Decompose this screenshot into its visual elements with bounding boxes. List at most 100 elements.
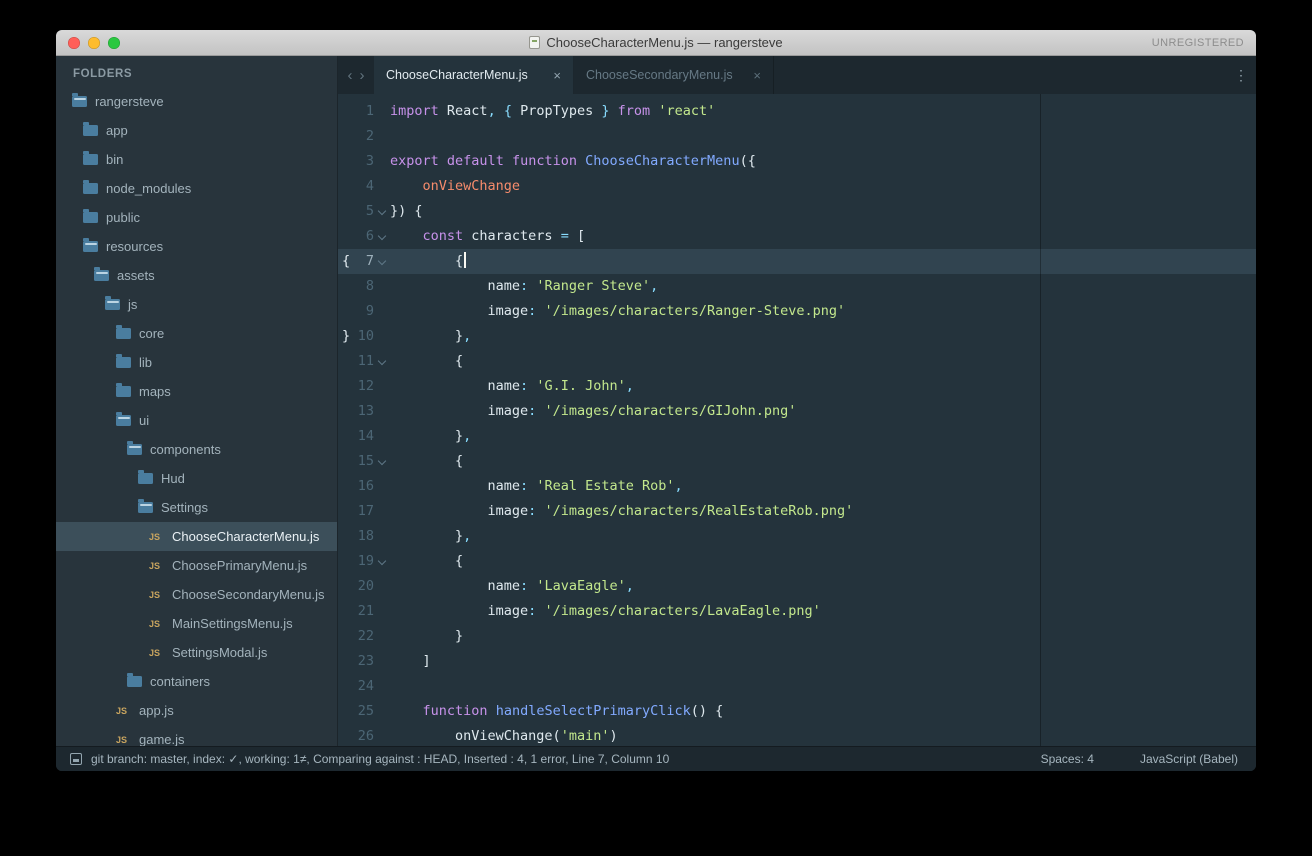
tree-folder-row[interactable]: rangersteve: [56, 87, 337, 116]
tree-file-row[interactable]: JSgame.js: [56, 725, 337, 746]
code-text: },: [390, 324, 1256, 349]
fold-chevron-icon[interactable]: [374, 249, 390, 274]
code-line[interactable]: {7 {: [338, 249, 1256, 274]
tree-folder-row[interactable]: resources: [56, 232, 337, 261]
code-text: name: 'Real Estate Rob',: [390, 474, 1256, 499]
nav-forward-icon[interactable]: ›: [360, 67, 365, 84]
syntax-indicator[interactable]: JavaScript (Babel): [1140, 752, 1238, 766]
tree-folder-row[interactable]: ui: [56, 406, 337, 435]
close-tab-icon[interactable]: ×: [553, 68, 561, 83]
editor-tab[interactable]: ChooseSecondaryMenu.js ×: [574, 56, 774, 94]
code-line[interactable]: 26 onViewChange('main'): [338, 724, 1256, 746]
gutter-brace-indicator: [338, 174, 350, 199]
code-editor[interactable]: 1import React, { PropTypes } from 'react…: [338, 94, 1256, 746]
folder-icon: [83, 154, 98, 165]
tree-item-label: app: [106, 123, 128, 138]
code-line[interactable]: 6 const characters = [: [338, 224, 1256, 249]
tree-file-row[interactable]: JSChooseCharacterMenu.js: [56, 522, 337, 551]
gutter-brace-indicator: [338, 374, 350, 399]
code-line[interactable]: 5}) {: [338, 199, 1256, 224]
code-line[interactable]: 11 {: [338, 349, 1256, 374]
code-line[interactable]: 12 name: 'G.I. John',: [338, 374, 1256, 399]
tree-file-row[interactable]: JSChoosePrimaryMenu.js: [56, 551, 337, 580]
code-line[interactable]: 2: [338, 124, 1256, 149]
tree-folder-row[interactable]: components: [56, 435, 337, 464]
tree-folder-row[interactable]: public: [56, 203, 337, 232]
close-tab-icon[interactable]: ×: [753, 68, 761, 83]
code-text: export default function ChooseCharacterM…: [390, 149, 1256, 174]
tree-folder-row[interactable]: app: [56, 116, 337, 145]
tree-item-label: MainSettingsMenu.js: [172, 616, 293, 631]
overflow-menu-icon[interactable]: ⋮: [1226, 56, 1256, 94]
code-line[interactable]: 22 }: [338, 624, 1256, 649]
tree-folder-row[interactable]: containers: [56, 667, 337, 696]
code-text: import React, { PropTypes } from 'react': [390, 99, 1256, 124]
gutter-brace-indicator: [338, 124, 350, 149]
tree-file-row[interactable]: JSChooseSecondaryMenu.js: [56, 580, 337, 609]
code-line[interactable]: 8 name: 'Ranger Steve',: [338, 274, 1256, 299]
indent-indicator[interactable]: Spaces: 4: [1041, 752, 1094, 766]
tree-folder-row[interactable]: assets: [56, 261, 337, 290]
line-number: 8: [350, 274, 374, 299]
tree-folder-row[interactable]: bin: [56, 145, 337, 174]
folder-icon: [116, 357, 131, 368]
tree-folder-row[interactable]: Hud: [56, 464, 337, 493]
tree-item-label: rangersteve: [95, 94, 164, 109]
code-line[interactable]: 16 name: 'Real Estate Rob',: [338, 474, 1256, 499]
code-line[interactable]: 1import React, { PropTypes } from 'react…: [338, 99, 1256, 124]
code-text: [390, 674, 1256, 699]
tree-folder-row[interactable]: maps: [56, 377, 337, 406]
tree-file-row[interactable]: JSapp.js: [56, 696, 337, 725]
tree-folder-row[interactable]: core: [56, 319, 337, 348]
tab-label: ChooseSecondaryMenu.js: [586, 68, 745, 82]
fold-spacer: [374, 299, 390, 324]
code-line[interactable]: 4 onViewChange: [338, 174, 1256, 199]
code-line[interactable]: 9 image: '/images/characters/Ranger-Stev…: [338, 299, 1256, 324]
tree-file-row[interactable]: JSSettingsModal.js: [56, 638, 337, 667]
close-window-button[interactable]: [68, 37, 80, 49]
gutter-brace-indicator: {: [338, 249, 350, 274]
code-line[interactable]: 23 ]: [338, 649, 1256, 674]
zoom-window-button[interactable]: [108, 37, 120, 49]
code-line[interactable]: }10 },: [338, 324, 1256, 349]
code-line[interactable]: 20 name: 'LavaEagle',: [338, 574, 1256, 599]
fold-chevron-icon[interactable]: [374, 549, 390, 574]
tree-item-label: components: [150, 442, 221, 457]
minimize-window-button[interactable]: [88, 37, 100, 49]
fold-spacer: [374, 674, 390, 699]
code-line[interactable]: 3export default function ChooseCharacter…: [338, 149, 1256, 174]
fold-chevron-icon[interactable]: [374, 224, 390, 249]
tree-item-label: maps: [139, 384, 171, 399]
code-line[interactable]: 25 function handleSelectPrimaryClick() {: [338, 699, 1256, 724]
tree-folder-row[interactable]: node_modules: [56, 174, 337, 203]
code-line[interactable]: 19 {: [338, 549, 1256, 574]
code-line[interactable]: 17 image: '/images/characters/RealEstate…: [338, 499, 1256, 524]
tree-item-label: Hud: [161, 471, 185, 486]
code-line[interactable]: 13 image: '/images/characters/GIJohn.png…: [338, 399, 1256, 424]
tree-file-row[interactable]: JSMainSettingsMenu.js: [56, 609, 337, 638]
tree-folder-row[interactable]: js: [56, 290, 337, 319]
nav-back-icon[interactable]: ‹: [348, 67, 353, 84]
gutter-brace-indicator: [338, 499, 350, 524]
js-file-icon: JS: [149, 532, 164, 542]
code-line[interactable]: 18 },: [338, 524, 1256, 549]
folders-header: FOLDERS: [56, 56, 337, 87]
code-line[interactable]: 15 {: [338, 449, 1256, 474]
gutter-brace-indicator: [338, 274, 350, 299]
gutter-brace-indicator: [338, 649, 350, 674]
tree-folder-row[interactable]: Settings: [56, 493, 337, 522]
editor-tab[interactable]: ChooseCharacterMenu.js×: [374, 56, 574, 94]
folder-icon: [116, 415, 131, 426]
fold-spacer: [374, 724, 390, 746]
code-line[interactable]: 21 image: '/images/characters/LavaEagle.…: [338, 599, 1256, 624]
fold-chevron-icon[interactable]: [374, 449, 390, 474]
tree-folder-row[interactable]: lib: [56, 348, 337, 377]
code-line[interactable]: 24: [338, 674, 1256, 699]
line-number: 21: [350, 599, 374, 624]
line-number: 6: [350, 224, 374, 249]
fold-chevron-icon[interactable]: [374, 199, 390, 224]
code-text: {: [390, 549, 1256, 574]
code-line[interactable]: 14 },: [338, 424, 1256, 449]
fold-chevron-icon[interactable]: [374, 349, 390, 374]
tree-item-label: ChooseSecondaryMenu.js: [172, 587, 324, 602]
